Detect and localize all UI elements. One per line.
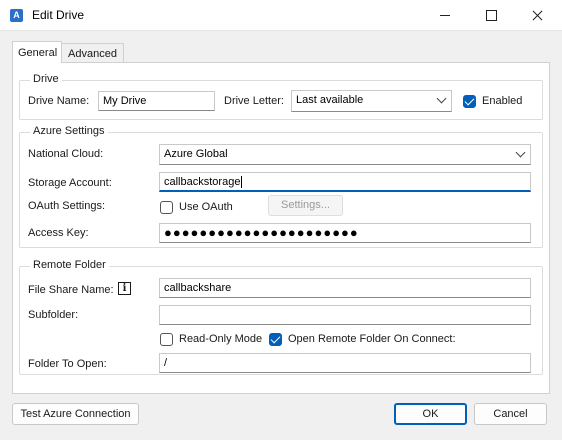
maximize-icon[interactable] <box>468 0 514 31</box>
folder-to-open-input[interactable]: / <box>159 353 531 373</box>
window-title: Edit Drive <box>32 8 85 22</box>
drive-letter-label: Drive Letter: <box>224 95 284 107</box>
national-cloud-select[interactable]: Azure Global <box>159 144 531 165</box>
open-on-connect-label: Open Remote Folder On Connect: <box>288 333 456 345</box>
enabled-label: Enabled <box>482 95 523 107</box>
close-icon[interactable] <box>514 0 560 31</box>
minimize-icon[interactable] <box>422 0 468 31</box>
cancel-button[interactable]: Cancel <box>474 403 547 425</box>
use-oauth-checkbox[interactable] <box>160 201 173 214</box>
drive-letter-select[interactable]: Last available <box>291 90 452 112</box>
folder-to-open-label: Folder To Open: <box>28 358 107 370</box>
open-on-connect-checkbox[interactable] <box>269 333 282 346</box>
oauth-settings-label: OAuth Settings: <box>28 200 106 212</box>
subfolder-input[interactable] <box>159 305 531 325</box>
drive-name-input[interactable]: My Drive <box>98 91 215 111</box>
storage-account-value: callbackstorage <box>164 176 241 188</box>
file-share-name-input[interactable]: callbackshare <box>159 278 531 298</box>
tab-panel-general: Drive Drive Name: My Drive Drive Letter:… <box>12 62 550 394</box>
drive-group-label: Drive <box>30 73 62 85</box>
read-only-mode-checkbox[interactable] <box>160 333 173 346</box>
azure-settings-group-label: Azure Settings <box>30 125 108 137</box>
read-only-mode-label: Read-Only Mode <box>179 333 263 345</box>
oauth-settings-button[interactable]: Settings... <box>268 195 343 216</box>
title-bar[interactable]: A Edit Drive <box>0 0 562 31</box>
national-cloud-label: National Cloud: <box>28 148 104 160</box>
tab-advanced[interactable]: Advanced <box>62 43 124 63</box>
ok-button[interactable]: OK <box>394 403 467 425</box>
access-key-label: Access Key: <box>28 227 89 239</box>
text-caret <box>241 176 243 189</box>
chevron-down-icon <box>515 147 526 158</box>
use-oauth-label: Use OAuth <box>179 201 233 213</box>
remote-folder-group-label: Remote Folder <box>30 259 109 271</box>
subfolder-label: Subfolder: <box>28 309 79 321</box>
file-share-name-label: File Share Name: <box>28 284 114 296</box>
drive-letter-value: Last available <box>296 94 364 106</box>
test-azure-connection-button[interactable]: Test Azure Connection <box>12 403 139 425</box>
national-cloud-value: Azure Global <box>164 148 228 160</box>
access-key-input[interactable]: ●●●●●●●●●●●●●●●●●●●●●● <box>159 223 531 243</box>
tab-general[interactable]: General <box>12 41 62 63</box>
drive-name-label: Drive Name: <box>28 95 90 107</box>
info-icon[interactable]: i <box>118 282 131 295</box>
storage-account-input[interactable]: callbackstorage <box>159 172 531 192</box>
storage-account-label: Storage Account: <box>28 177 112 189</box>
app-icon: A <box>10 9 23 22</box>
enabled-checkbox[interactable] <box>463 95 476 108</box>
chevron-down-icon <box>436 93 447 104</box>
